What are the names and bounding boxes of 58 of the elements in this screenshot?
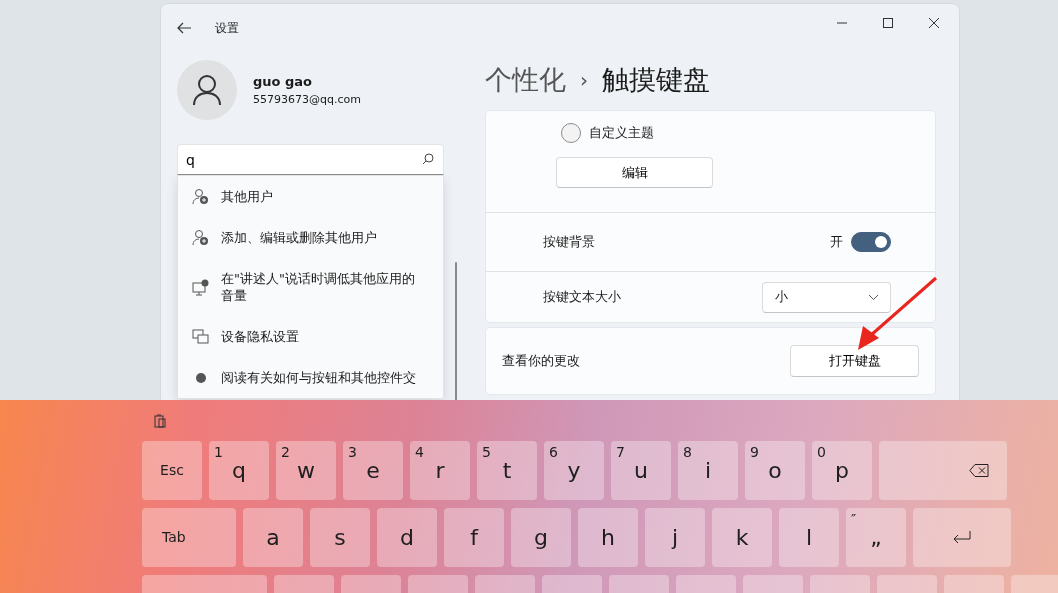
setting-label: 按键背景 xyxy=(543,233,595,252)
keyboard-key[interactable]: 8 i xyxy=(678,441,738,500)
keyboard-key[interactable]: j xyxy=(645,508,705,567)
edit-button[interactable]: 编辑 xyxy=(556,157,713,188)
search-result[interactable]: 在"讲述人"说话时调低其他应用的音量 xyxy=(178,258,443,316)
search-field[interactable]: q xyxy=(177,144,444,175)
keyboard-key[interactable]: 2 w xyxy=(276,441,336,500)
chevron-down-icon xyxy=(869,294,878,300)
monitor-icon xyxy=(192,278,209,296)
search-result[interactable]: 其他用户 xyxy=(178,176,443,217)
search-result[interactable]: 设备隐私设置 xyxy=(178,316,443,357)
enter-icon xyxy=(953,531,971,544)
keyboard-key[interactable]: h xyxy=(578,508,638,567)
keyboard-key[interactable]: 1 q xyxy=(209,441,269,500)
devices-icon xyxy=(192,328,209,345)
keyboard-key[interactable]: 6 y xyxy=(544,441,604,500)
keyboard-key[interactable]: 9 o xyxy=(745,441,805,500)
back-icon[interactable] xyxy=(177,22,191,34)
search-result[interactable]: 添加、编辑或删除其他用户 xyxy=(178,217,443,258)
open-keyboard-button[interactable]: 打开键盘 xyxy=(790,345,919,377)
toggle-state: 开 xyxy=(830,233,843,252)
preview-label: 查看你的更改 xyxy=(502,352,580,371)
keyboard-key[interactable]: f xyxy=(444,508,504,567)
radio-label: 自定义主题 xyxy=(589,124,654,143)
keyboard-key[interactable]: s xyxy=(310,508,370,567)
page-title: 触摸键盘 xyxy=(602,62,710,97)
keyboard-key[interactable]: d xyxy=(377,508,437,567)
toggle-switch[interactable] xyxy=(851,232,891,252)
search-icon[interactable] xyxy=(422,153,434,165)
keyboard-key[interactable]: g xyxy=(511,508,571,567)
keyboard-key[interactable]: k xyxy=(712,508,772,567)
window-title: 设置 xyxy=(215,20,239,37)
keyboard-key[interactable]: 4 r xyxy=(410,441,470,500)
clipboard-icon[interactable] xyxy=(154,413,166,428)
backspace-icon xyxy=(969,464,989,477)
maximize-icon[interactable] xyxy=(883,18,893,28)
breadcrumb-separator: › xyxy=(580,67,588,94)
person-add-icon xyxy=(192,229,209,246)
user-name: guo gao xyxy=(253,73,314,91)
keyboard-key[interactable]: ″ „ xyxy=(846,508,906,567)
enter-key[interactable] xyxy=(913,508,1011,567)
radio-button[interactable] xyxy=(561,123,581,143)
user-email: 55793673@qq.com xyxy=(253,91,361,108)
search-result[interactable]: 阅读有关如何与按钮和其他控件交 xyxy=(178,357,443,398)
setting-label: 按键文本大小 xyxy=(543,288,621,307)
keyboard-key[interactable]: Esc xyxy=(142,441,202,500)
keyboard-key[interactable]: l xyxy=(779,508,839,567)
keyboard-key[interactable]: 3 e xyxy=(343,441,403,500)
keyboard-key[interactable]: 7 u xyxy=(611,441,671,500)
person-add-icon xyxy=(192,188,209,205)
close-icon[interactable] xyxy=(929,18,939,28)
keyboard-key[interactable]: 5 t xyxy=(477,441,537,500)
breadcrumb-parent[interactable]: 个性化 xyxy=(485,59,566,101)
keyboard-key[interactable]: Tab xyxy=(142,508,236,567)
keyboard-key[interactable]: 0 p xyxy=(812,441,872,500)
backspace-key[interactable] xyxy=(879,441,1007,500)
size-dropdown[interactable]: 小 xyxy=(762,281,891,313)
keyboard-key[interactable]: a xyxy=(243,508,303,567)
